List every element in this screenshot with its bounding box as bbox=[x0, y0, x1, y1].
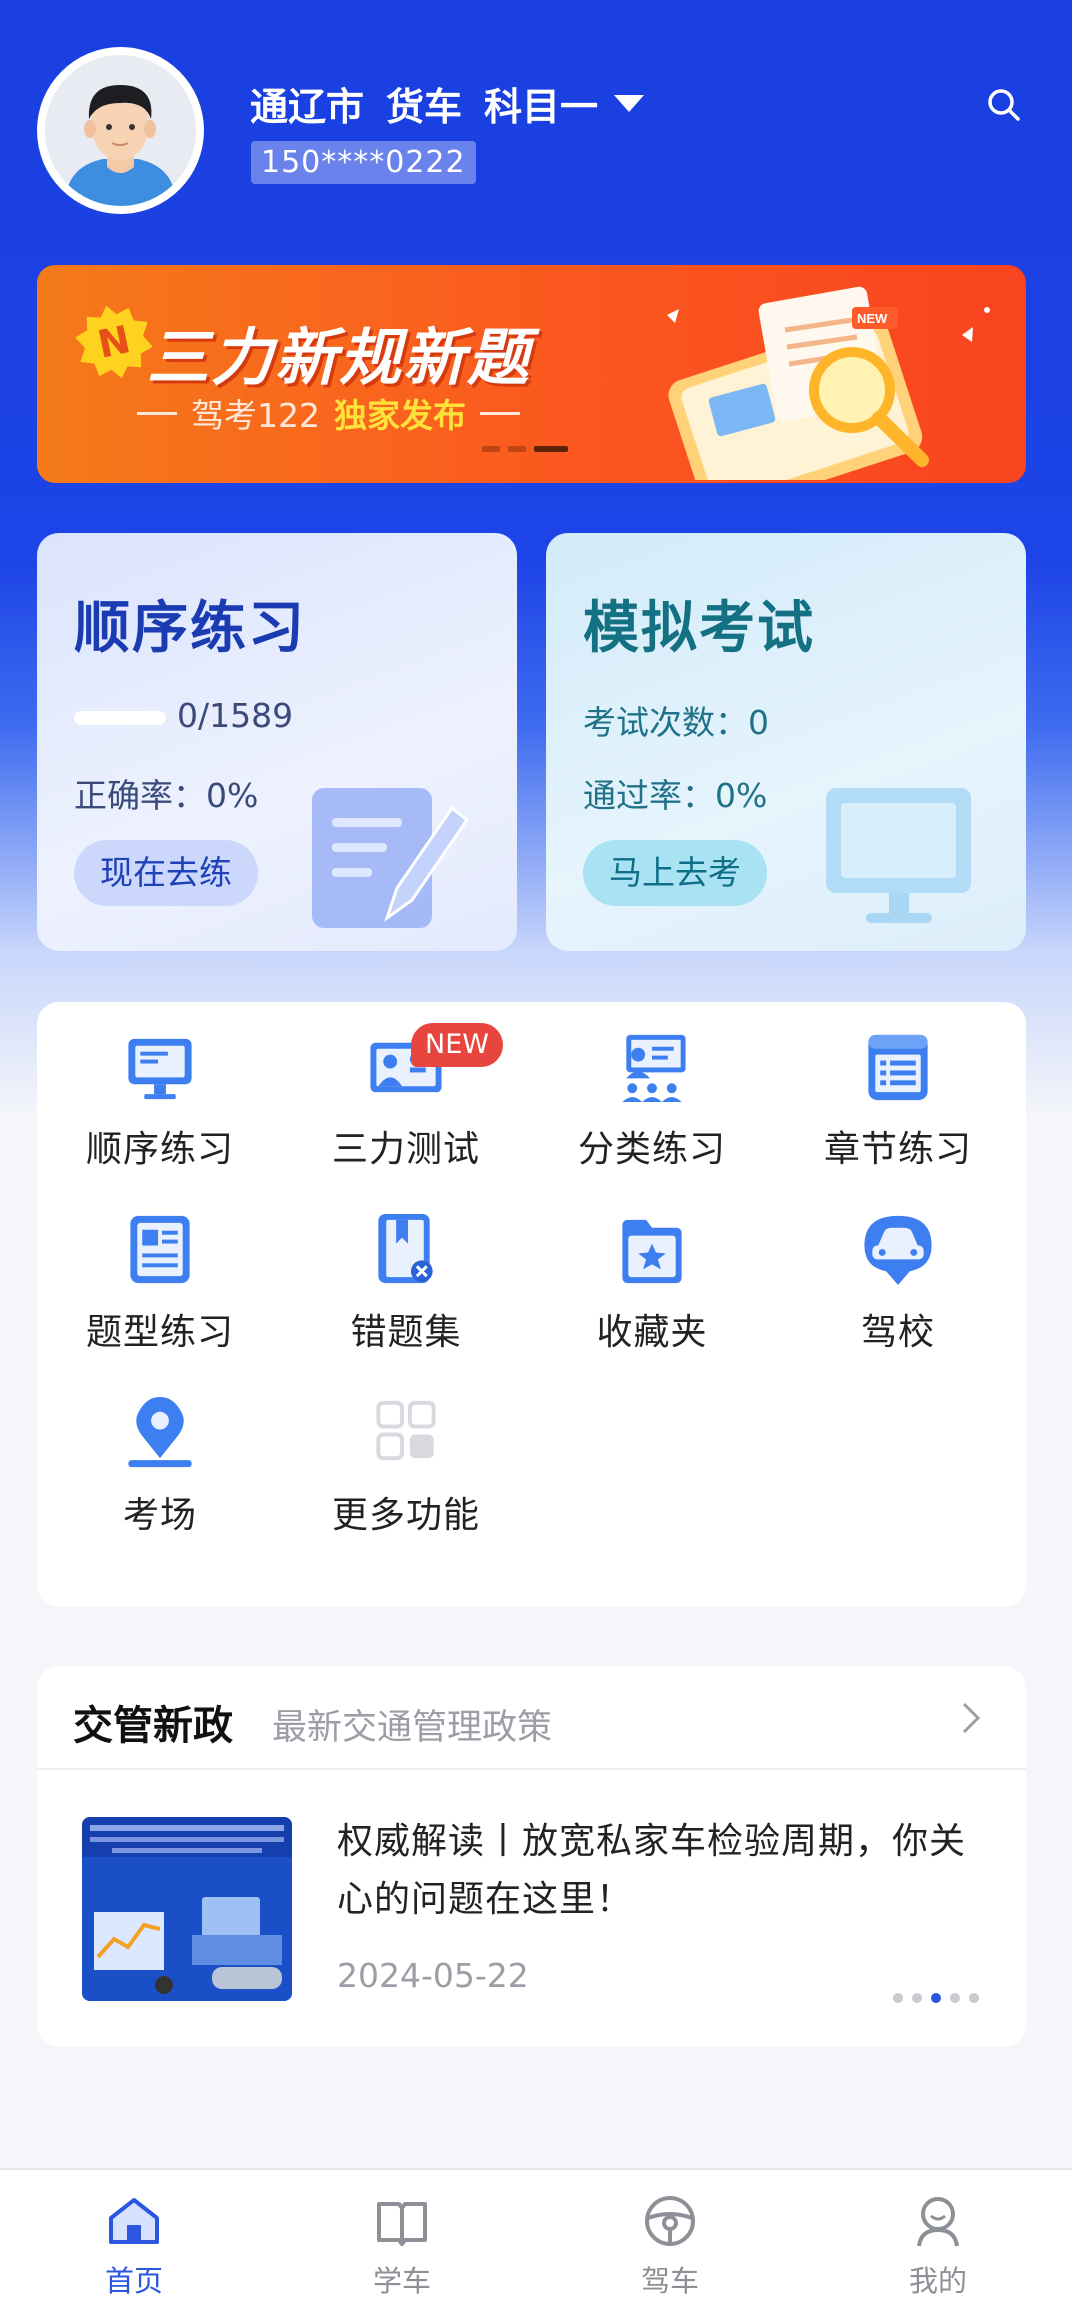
banner-title: 三力新规新题 bbox=[147, 321, 532, 394]
new-badge: NEW bbox=[411, 1023, 503, 1067]
grid-label: 顺序练习 bbox=[85, 1129, 234, 1170]
grid-item-sequential[interactable]: 顺序练习 bbox=[37, 1002, 283, 1172]
banner-subtitle: 驾考122 独家发布 bbox=[137, 393, 520, 435]
search-icon[interactable] bbox=[984, 85, 1024, 125]
grid-more-icon bbox=[376, 1400, 436, 1461]
sequential-practice-card[interactable]: 顺序练习 0/1589 正确率：0% 现在去练 bbox=[37, 533, 517, 951]
city-label[interactable]: 通辽市 bbox=[250, 76, 364, 131]
dropdown-caret-icon[interactable] bbox=[614, 94, 645, 112]
wrong-book-icon bbox=[378, 1213, 433, 1284]
practice-accuracy: 正确率：0% bbox=[74, 776, 259, 815]
news-headline[interactable]: 权威解读丨放宽私家车检验周期，你关心的问题在这里！ bbox=[337, 1813, 992, 1929]
computer-monitor-icon bbox=[826, 788, 971, 923]
mock-exam-card[interactable]: 模拟考试 考试次数：0 通过率：0% 马上去考 bbox=[546, 533, 1026, 951]
grid-label: 章节练习 bbox=[823, 1129, 972, 1170]
grid-label: 三力测试 bbox=[331, 1129, 480, 1170]
grid-item-favorites[interactable]: 收藏夹 bbox=[529, 1185, 775, 1355]
exam-count: 考试次数：0 bbox=[583, 703, 769, 742]
tab-learn[interactable]: 学车 bbox=[268, 2170, 536, 2307]
classroom-icon bbox=[622, 1034, 686, 1103]
grid-label: 更多功能 bbox=[331, 1495, 480, 1536]
monitor-icon bbox=[128, 1038, 192, 1100]
n-badge-icon: N bbox=[70, 298, 158, 386]
exam-pass-rate: 通过率：0% bbox=[583, 776, 768, 815]
promo-banner[interactable]: N 三力新规新题 驾考122 独家发布 NEW bbox=[37, 265, 1026, 483]
grid-label: 题型练习 bbox=[85, 1312, 234, 1353]
tab-drive[interactable]: 驾车 bbox=[536, 2170, 804, 2307]
location-pin-icon bbox=[128, 1396, 192, 1468]
header-selector[interactable]: 通辽市 货车 科目一 bbox=[250, 76, 645, 131]
chevron-right-icon[interactable] bbox=[952, 1698, 988, 1738]
profile-icon bbox=[917, 2197, 959, 2247]
banner-new-tag: NEW bbox=[857, 311, 888, 326]
notepad-pencil-icon bbox=[312, 788, 470, 928]
subject-label[interactable]: 科目一 bbox=[484, 76, 598, 131]
magnifier-phone-illustration: NEW bbox=[667, 286, 990, 480]
news-section-title: 交管新政 bbox=[73, 1703, 233, 1749]
phone-number: 150****0222 bbox=[251, 141, 476, 184]
tab-mine[interactable]: 我的 bbox=[804, 2170, 1072, 2307]
news-thumbnail[interactable] bbox=[82, 1817, 292, 2001]
exam-card-title: 模拟考试 bbox=[583, 596, 815, 661]
grid-label: 收藏夹 bbox=[596, 1312, 708, 1353]
news-pagination bbox=[893, 1993, 979, 2003]
feature-grid: 顺序练习 三力测试 分类练习 章节练习 题型练习 错题集 收藏夹 驾校 考场 更… bbox=[37, 1002, 1026, 1607]
grid-item-exam-site[interactable]: 考场 bbox=[37, 1368, 283, 1538]
home-icon bbox=[109, 2198, 159, 2244]
grid-item-driving-school[interactable]: 驾校 bbox=[775, 1185, 1021, 1355]
bottom-tab-bar: 首页 学车 驾车 我的 bbox=[0, 2168, 1072, 2307]
grid-label: 考场 bbox=[122, 1495, 197, 1536]
avatar[interactable] bbox=[37, 47, 204, 214]
news-header[interactable]: 交管新政 最新交通管理政策 bbox=[37, 1666, 1026, 1770]
grid-item-category[interactable]: 分类练习 bbox=[529, 1002, 775, 1172]
star-folder-icon bbox=[622, 1219, 682, 1284]
tab-label: 首页 bbox=[104, 2264, 163, 2298]
grid-item-more[interactable]: 更多功能 bbox=[283, 1368, 529, 1538]
tab-home[interactable]: 首页 bbox=[0, 2170, 268, 2307]
grid-label: 错题集 bbox=[350, 1312, 462, 1353]
steering-wheel-icon bbox=[645, 2196, 695, 2246]
grid-label: 驾校 bbox=[860, 1312, 935, 1353]
news-section-subtitle: 最新交通管理政策 bbox=[272, 1708, 553, 1748]
tab-label: 学车 bbox=[372, 2264, 431, 2298]
practice-card-title: 顺序练习 bbox=[74, 596, 306, 661]
exam-now-button[interactable]: 马上去考 bbox=[583, 840, 767, 906]
news-date: 2024-05-22 bbox=[337, 1956, 529, 1995]
practice-progress-bar bbox=[74, 711, 166, 725]
document-icon bbox=[130, 1215, 190, 1284]
grid-item-question-type[interactable]: 题型练习 bbox=[37, 1185, 283, 1355]
tab-label: 我的 bbox=[908, 2264, 967, 2298]
vehicle-label[interactable]: 货车 bbox=[386, 76, 462, 131]
traffic-policy-news: 交管新政 最新交通管理政策 权威解读丨放宽私家车检验周期，你关心的问题在这里！ … bbox=[37, 1666, 1026, 2047]
tab-label: 驾车 bbox=[640, 2264, 699, 2298]
banner-sub-highlight: 独家发布 bbox=[334, 396, 466, 435]
practice-progress-text: 0/1589 bbox=[177, 696, 294, 735]
grid-item-wrong-questions[interactable]: 错题集 bbox=[283, 1185, 529, 1355]
banner-sub-prefix: 驾考122 bbox=[191, 396, 320, 435]
grid-label: 分类练习 bbox=[577, 1129, 726, 1170]
list-book-icon bbox=[868, 1034, 928, 1101]
grid-item-chapter[interactable]: 章节练习 bbox=[775, 1002, 1021, 1172]
car-pin-icon bbox=[864, 1215, 932, 1286]
book-icon bbox=[377, 2202, 427, 2246]
banner-pagination bbox=[482, 446, 568, 452]
practice-now-button[interactable]: 现在去练 bbox=[74, 840, 258, 906]
